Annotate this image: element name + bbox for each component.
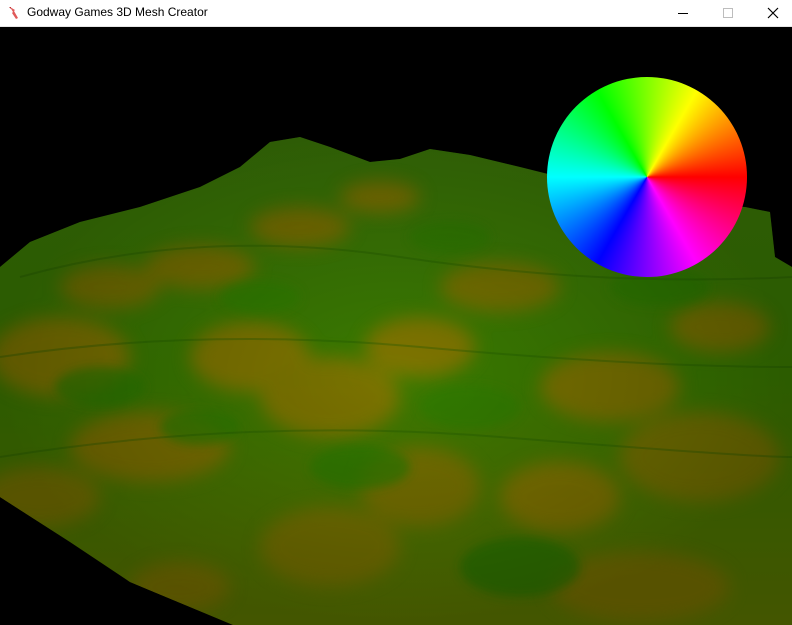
minimize-icon <box>678 13 688 14</box>
close-icon <box>767 7 779 19</box>
maximize-icon <box>723 8 733 18</box>
minimize-button[interactable] <box>660 0 706 26</box>
app-window: Godway Games 3D Mesh Creator <box>0 0 792 625</box>
window-title: Godway Games 3D Mesh Creator <box>27 5 208 19</box>
maximize-button[interactable] <box>705 0 751 26</box>
app-icon <box>9 7 18 19</box>
close-button[interactable] <box>750 0 792 26</box>
3d-viewport[interactable] <box>0 27 792 625</box>
color-wheel[interactable] <box>547 77 747 277</box>
title-bar[interactable]: Godway Games 3D Mesh Creator <box>0 0 792 27</box>
scene-canvas[interactable] <box>0 27 792 625</box>
